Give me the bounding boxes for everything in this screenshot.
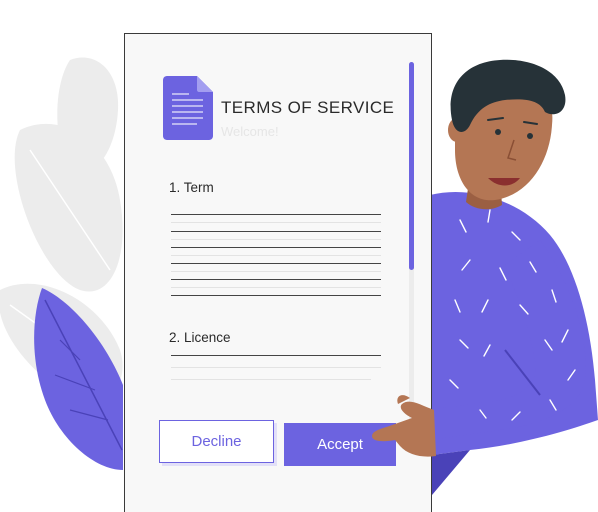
- scrollbar-track[interactable]: [409, 62, 414, 434]
- text-placeholder-line: [171, 247, 381, 248]
- document-icon: [163, 76, 213, 140]
- text-placeholder-line: [171, 367, 381, 368]
- section-heading-licence: 2. Licence: [169, 330, 231, 345]
- page-title: TERMS OF SERVICE: [221, 98, 395, 117]
- person-illustration: [428, 59, 598, 495]
- text-placeholder-line: [171, 287, 381, 288]
- text-placeholder-line: [171, 239, 381, 240]
- text-placeholder-line: [171, 214, 381, 215]
- text-placeholder-line: [171, 379, 371, 380]
- terms-panel: TERMS OF SERVICE Welcome! 1. Term 2. Lic…: [124, 33, 432, 512]
- decline-button[interactable]: Decline: [159, 420, 274, 463]
- scrollbar-thumb[interactable]: [409, 62, 414, 271]
- text-placeholder-line: [171, 279, 381, 280]
- text-placeholder-line: [171, 271, 381, 272]
- text-placeholder-line: [171, 263, 381, 264]
- section-heading-term: 1. Term: [169, 180, 214, 195]
- text-placeholder-line: [171, 222, 381, 223]
- text-placeholder-line: [171, 255, 381, 256]
- text-placeholder-line: [171, 355, 381, 356]
- page-subtitle: Welcome!: [221, 124, 279, 139]
- accept-button[interactable]: Accept: [284, 423, 396, 466]
- text-placeholder-line: [171, 295, 381, 296]
- text-placeholder-line: [171, 231, 381, 232]
